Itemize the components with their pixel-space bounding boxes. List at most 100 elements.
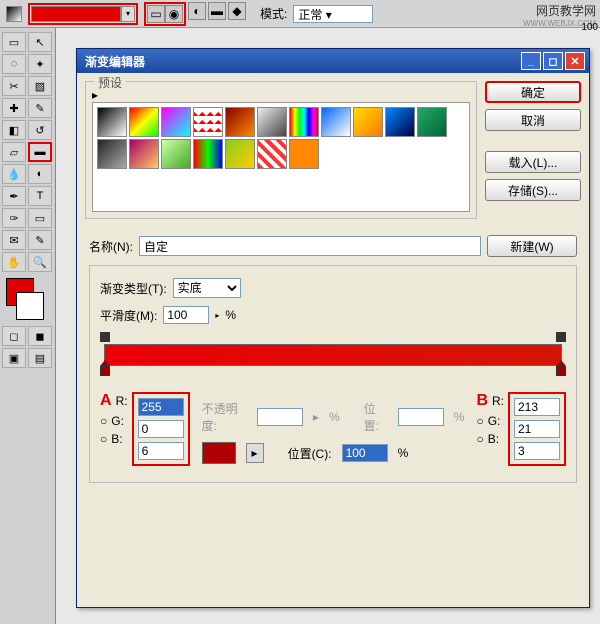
tool-heal[interactable]: ✚ xyxy=(2,98,26,118)
preset-item[interactable] xyxy=(321,107,351,137)
gradient-angle-icon[interactable]: ◐ xyxy=(188,2,206,20)
minimize-button[interactable]: _ xyxy=(521,52,541,70)
mode-label: 模式: xyxy=(260,5,287,22)
a-g-input[interactable] xyxy=(138,420,184,438)
preset-item[interactable] xyxy=(193,107,223,137)
mode-select[interactable]: 正常 ▾ xyxy=(293,5,373,23)
ok-button[interactable]: 确定 xyxy=(485,81,581,103)
gradient-radial-icon[interactable]: ◉ xyxy=(165,5,183,23)
tool-shape[interactable]: ▭ xyxy=(28,208,52,228)
b-b-input[interactable] xyxy=(514,442,560,460)
preset-item[interactable] xyxy=(225,139,255,169)
marker-a: A xyxy=(100,392,112,410)
a-b-input[interactable] xyxy=(138,442,184,460)
tool-history[interactable]: ↺ xyxy=(28,120,52,140)
gradient-preview[interactable] xyxy=(31,6,121,22)
presets-menu-icon[interactable]: ▸ xyxy=(92,88,470,102)
color-stop-right[interactable] xyxy=(556,366,566,380)
tool-eyedrop[interactable]: ✎ xyxy=(28,230,52,250)
marker-b: B xyxy=(476,392,488,410)
type-select[interactable]: 实底 xyxy=(173,278,241,298)
tool-marquee[interactable]: ▭ xyxy=(2,32,26,52)
screen-mode[interactable]: ◼ xyxy=(28,326,52,346)
b-label-b: B: xyxy=(488,432,499,446)
tool-type[interactable]: T xyxy=(28,186,52,206)
preset-item[interactable] xyxy=(97,107,127,137)
mode-a[interactable]: ▣ xyxy=(2,348,26,368)
tool-brush[interactable]: ✎ xyxy=(28,98,52,118)
tool-eraser[interactable]: ▱ xyxy=(2,142,26,162)
tool-crop[interactable]: ✂ xyxy=(2,76,26,96)
gradient-bar[interactable] xyxy=(104,344,562,366)
cancel-button[interactable]: 取消 xyxy=(485,109,581,131)
preset-item[interactable] xyxy=(225,107,255,137)
tool-dodge[interactable]: ◐ xyxy=(28,164,52,184)
mode-b[interactable]: ▤ xyxy=(28,348,52,368)
preset-item[interactable] xyxy=(257,139,287,169)
percent-label: % xyxy=(225,308,236,322)
color-chip[interactable] xyxy=(202,442,236,464)
tool-lasso[interactable]: ◌ xyxy=(2,54,26,74)
tool-gradient[interactable]: ▬ xyxy=(28,142,52,162)
tool-pen[interactable]: ✑ xyxy=(2,208,26,228)
preset-item[interactable] xyxy=(353,107,383,137)
opacity-value: 100 xyxy=(581,22,598,33)
b-label: B: xyxy=(111,432,122,446)
tool-zoom[interactable]: 🔍 xyxy=(28,252,52,272)
preset-item[interactable] xyxy=(129,107,159,137)
gradient-settings: 渐变类型(T): 实底 平滑度(M): ▸ % AR: xyxy=(89,265,577,483)
tool-move[interactable]: ↖ xyxy=(28,32,52,52)
preset-item[interactable] xyxy=(417,107,447,137)
color-play-icon[interactable]: ▸ xyxy=(246,443,264,463)
preset-item[interactable] xyxy=(289,107,319,137)
tool-swatch xyxy=(6,6,22,22)
position2-label: 位置(C): xyxy=(288,445,332,462)
opacity-row: 不透明度:▸% 位置:% xyxy=(202,400,465,434)
tool-wand[interactable]: ✦ xyxy=(28,54,52,74)
a-r-input[interactable] xyxy=(138,398,184,416)
load-button[interactable]: 载入(L)... xyxy=(485,151,581,173)
gradient-linear-icon[interactable]: ▭ xyxy=(147,5,165,23)
position2-input[interactable] xyxy=(342,444,388,462)
titlebar[interactable]: 渐变编辑器 _ ◻ ✕ xyxy=(77,49,589,73)
tool-stamp[interactable]: ◧ xyxy=(2,120,26,140)
gradient-dropdown[interactable]: ▾ xyxy=(121,6,135,22)
tool-slice[interactable]: ▧ xyxy=(28,76,52,96)
maximize-button[interactable]: ◻ xyxy=(543,52,563,70)
new-button[interactable]: 新建(W) xyxy=(487,235,577,257)
name-label: 名称(N): xyxy=(89,238,133,255)
background-color[interactable] xyxy=(16,292,44,320)
preset-item[interactable] xyxy=(161,107,191,137)
preset-item[interactable] xyxy=(385,107,415,137)
tool-path[interactable]: ✒ xyxy=(2,186,26,206)
mode-value: 正常 xyxy=(298,8,322,22)
preset-item[interactable] xyxy=(129,139,159,169)
preset-item[interactable] xyxy=(193,139,223,169)
opacity-stop-right[interactable] xyxy=(556,332,566,342)
preset-item[interactable] xyxy=(289,139,319,169)
opacity-stop-left[interactable] xyxy=(100,332,110,342)
preset-item[interactable] xyxy=(161,139,191,169)
gradient-diamond-icon[interactable]: ◆ xyxy=(228,2,246,20)
smooth-input[interactable] xyxy=(163,306,209,324)
tool-palette: ▭↖ ◌✦ ✂▧ ✚✎ ◧↺ ▱▬ 💧◐ ✒T ✑▭ ✉✎ ✋🔍 ◻◼ ▣▤ xyxy=(0,28,56,624)
gradient-reflected-icon[interactable]: ▬ xyxy=(208,2,226,20)
rgb-b-highlight xyxy=(508,392,566,466)
tool-blur[interactable]: 💧 xyxy=(2,164,26,184)
presets-group: 预设 ▸ xyxy=(85,81,477,219)
b-g-input[interactable] xyxy=(514,420,560,438)
save-button[interactable]: 存储(S)... xyxy=(485,179,581,201)
r-label: R: xyxy=(116,394,128,408)
percent2: % xyxy=(398,446,409,460)
name-input[interactable] xyxy=(139,236,481,256)
close-button[interactable]: ✕ xyxy=(565,52,585,70)
tool-hand[interactable]: ✋ xyxy=(2,252,26,272)
b-r-input[interactable] xyxy=(514,398,560,416)
rgb-group-a: AR: ○G: ○B: xyxy=(100,392,128,446)
color-stop-left[interactable] xyxy=(100,366,110,380)
smooth-label: 平滑度(M): xyxy=(100,307,157,324)
preset-item[interactable] xyxy=(97,139,127,169)
preset-item[interactable] xyxy=(257,107,287,137)
quick-mask[interactable]: ◻ xyxy=(2,326,26,346)
tool-notes[interactable]: ✉ xyxy=(2,230,26,250)
